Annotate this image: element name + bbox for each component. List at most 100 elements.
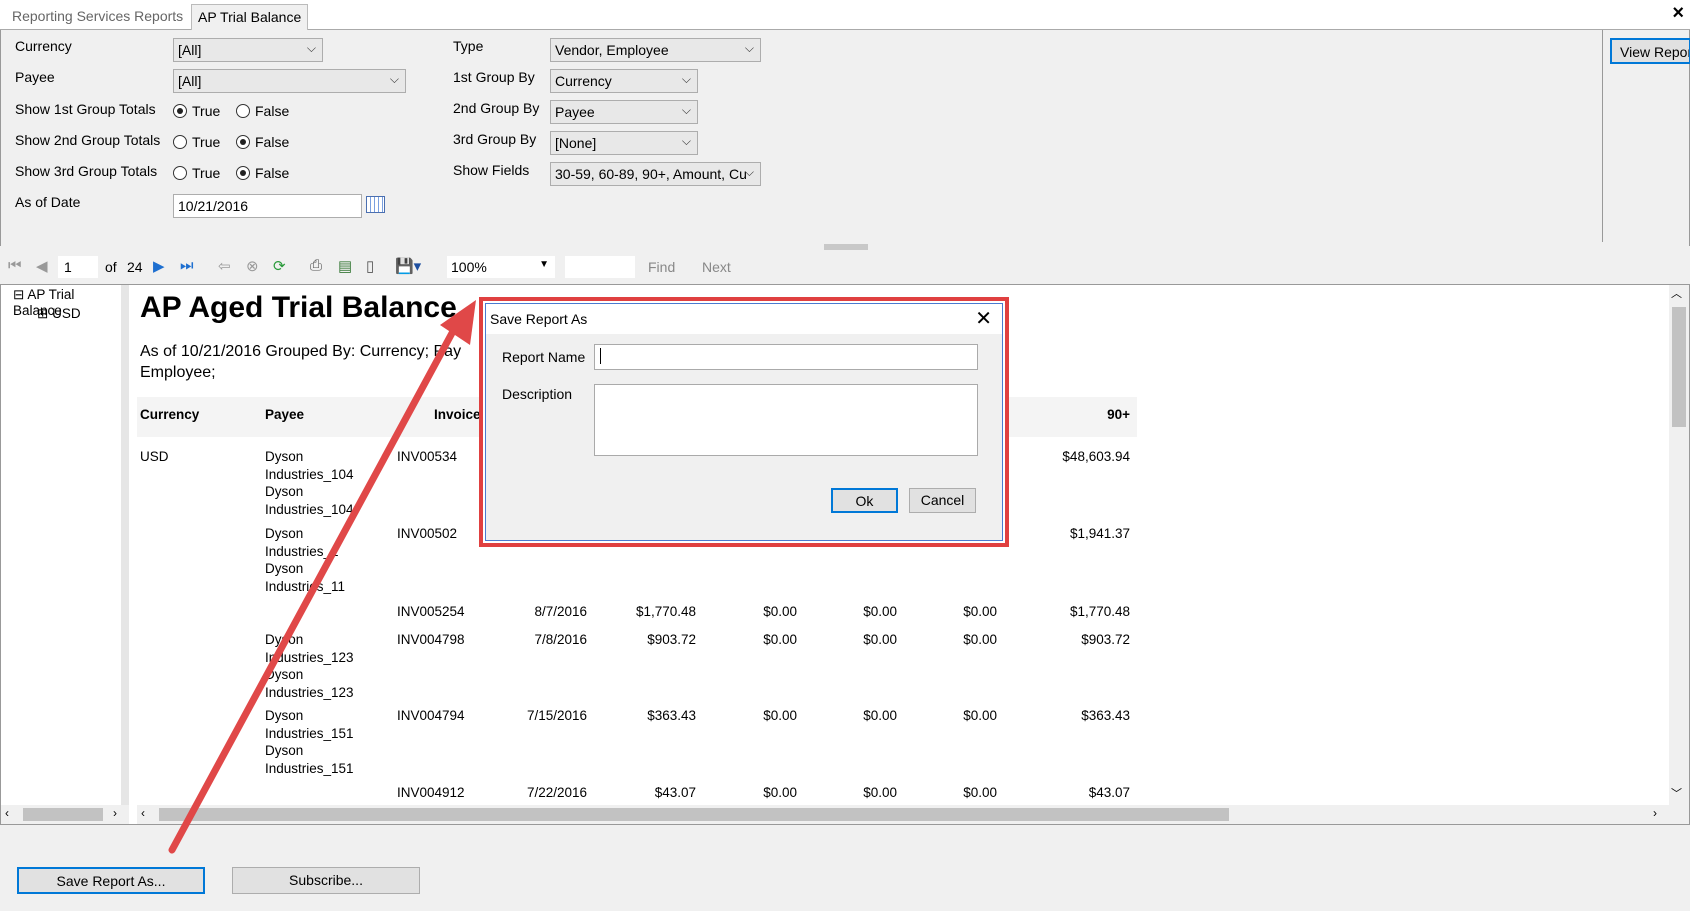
cell-c4: $0.00 (763, 785, 797, 800)
cell-c6: $0.00 (963, 604, 997, 619)
chevron-down-icon: ⌵ (681, 103, 691, 117)
scroll-right-icon[interactable]: › (113, 806, 117, 820)
show1-false-radio[interactable]: False (236, 103, 289, 119)
scroll-right-icon[interactable]: › (1653, 806, 1657, 820)
scroll-left-icon[interactable]: ‹ (5, 806, 9, 820)
find-input[interactable] (565, 256, 635, 278)
cell-payee: Dyson (265, 708, 304, 723)
collapse-handle[interactable] (824, 244, 868, 250)
subscribe-button[interactable]: Subscribe... (232, 867, 420, 894)
group2-value: Payee (555, 104, 595, 120)
currency-label: Currency (15, 38, 72, 54)
show3-false-radio[interactable]: False (236, 165, 289, 181)
radio-icon (173, 166, 187, 180)
tree-item-usd[interactable]: ⊞ USD (37, 306, 81, 322)
save-report-as-dialog: Save Report As ✕ Report Name Description… (479, 297, 1009, 547)
cell-invoice: INV004912 (397, 785, 465, 800)
cell-invoice: INV005254 (397, 604, 465, 619)
previous-page-icon[interactable]: ◀ (36, 257, 48, 275)
collapse-icon[interactable]: ⊟ (13, 287, 24, 302)
radio-icon (173, 135, 187, 149)
chevron-down-icon: ▼ (539, 259, 549, 270)
cell-amount: $363.43 (647, 708, 696, 723)
chevron-down-icon: ⌵ (681, 134, 691, 148)
show-fields-label: Show Fields (453, 162, 530, 178)
as-of-date-input[interactable]: 10/21/2016 (173, 194, 362, 218)
refresh-icon[interactable]: ⟳ (273, 257, 286, 275)
cell-c5: $0.00 (863, 708, 897, 723)
as-of-date-label: As of Date (15, 194, 81, 210)
view-report-button[interactable]: View Report (1610, 38, 1690, 64)
cell-currency: USD (140, 449, 169, 464)
print-icon[interactable]: ⎙ (310, 257, 322, 274)
zoom-dropdown[interactable]: 100% ▼ (447, 256, 555, 278)
tree-usd-label: USD (52, 306, 81, 321)
close-icon[interactable]: ✕ (975, 306, 992, 331)
tree-horizontal-scrollbar[interactable]: ‹ › (1, 805, 129, 824)
stop-icon[interactable]: ⊗ (246, 257, 259, 275)
header-invoice: Invoice (434, 407, 481, 422)
type-label: Type (453, 38, 484, 54)
cell-c6: $0.00 (963, 632, 997, 647)
radio-icon (236, 135, 250, 149)
cell-c6: $0.00 (963, 785, 997, 800)
chevron-down-icon: ⌵ (681, 72, 691, 86)
of-label: of (105, 259, 117, 275)
find-link[interactable]: Find (648, 259, 675, 275)
calendar-icon[interactable] (366, 196, 385, 213)
show1-true-radio[interactable]: True (173, 103, 220, 119)
group2-dropdown[interactable]: Payee ⌵ (550, 100, 698, 124)
close-icon[interactable]: × (1672, 2, 1684, 25)
type-dropdown[interactable]: Vendor, Employee ⌵ (550, 38, 761, 62)
payee-dropdown[interactable]: [All] ⌵ (173, 69, 406, 93)
report-scroll-thumb[interactable] (159, 808, 1229, 821)
table-row: INV005254 8/7/2016 $1,770.48 $0.00 $0.00 $0.0… (137, 604, 1137, 624)
show-3rd-group-totals-label: Show 3rd Group Totals (15, 163, 158, 179)
show3-true-radio[interactable]: True (173, 165, 220, 181)
group1-dropdown[interactable]: Currency ⌵ (550, 69, 698, 93)
back-icon[interactable]: ⇦ (218, 257, 231, 275)
report-name-input[interactable] (594, 344, 978, 370)
group3-dropdown[interactable]: [None] ⌵ (550, 131, 698, 155)
ok-button[interactable]: Ok (831, 488, 898, 513)
radio-icon (173, 104, 187, 118)
chevron-down-icon: ⌵ (744, 165, 754, 179)
chevron-down-icon: ⌵ (306, 41, 316, 55)
report-title: AP Aged Trial Balance (140, 291, 457, 324)
show2-false-radio[interactable]: False (236, 134, 289, 150)
show-fields-dropdown[interactable]: 30-59, 60-89, 90+, Amount, Cu ⌵ (550, 162, 761, 186)
show2-true-radio[interactable]: True (173, 134, 220, 150)
tree-scroll-thumb[interactable] (23, 808, 103, 821)
cell-invoice: INV00534 (397, 449, 458, 464)
page-setup-icon[interactable]: ▯ (366, 257, 374, 275)
cell-payee: Dyson (265, 743, 304, 758)
next-link[interactable]: Next (702, 259, 731, 275)
divider (1602, 30, 1603, 242)
tab-reporting-services-reports[interactable]: Reporting Services Reports (6, 4, 189, 30)
cancel-button[interactable]: Cancel (909, 488, 976, 513)
tab-ap-trial-balance[interactable]: AP Trial Balance (191, 4, 309, 30)
scroll-down-icon[interactable]: ﹀ (1671, 785, 1682, 801)
cell-payee: Industries_151 (265, 760, 354, 776)
next-page-icon[interactable]: ▶ (153, 257, 165, 275)
first-page-icon[interactable]: ⏮ (8, 257, 22, 274)
cell-c5: $0.00 (863, 785, 897, 800)
save-report-as-button[interactable]: Save Report As... (17, 867, 205, 894)
header-payee: Payee (265, 407, 305, 422)
page-input[interactable]: 1 (58, 256, 98, 278)
payee-value: [All] (178, 73, 202, 89)
currency-dropdown[interactable]: [All] ⌵ (173, 38, 323, 62)
scroll-left-icon[interactable]: ‹ (141, 806, 145, 820)
vertical-scroll-thumb[interactable] (1672, 307, 1686, 427)
expand-icon[interactable]: ⊞ (37, 306, 48, 321)
dialog-title: Save Report As (490, 311, 588, 327)
last-page-icon[interactable]: ⏭ (180, 257, 194, 274)
print-layout-icon[interactable]: ▤ (338, 257, 352, 275)
export-icon[interactable]: 💾▾ (395, 257, 421, 275)
report-horizontal-scrollbar[interactable]: ‹ › (137, 805, 1689, 824)
report-subtitle: As of 10/21/2016 Grouped By: Currency; P… (140, 343, 462, 360)
scroll-up-icon[interactable]: ︿ (1671, 285, 1682, 301)
radio-icon (236, 104, 250, 118)
vertical-scrollbar[interactable]: ︿ ﹀ (1669, 285, 1689, 805)
description-input[interactable] (594, 384, 978, 456)
